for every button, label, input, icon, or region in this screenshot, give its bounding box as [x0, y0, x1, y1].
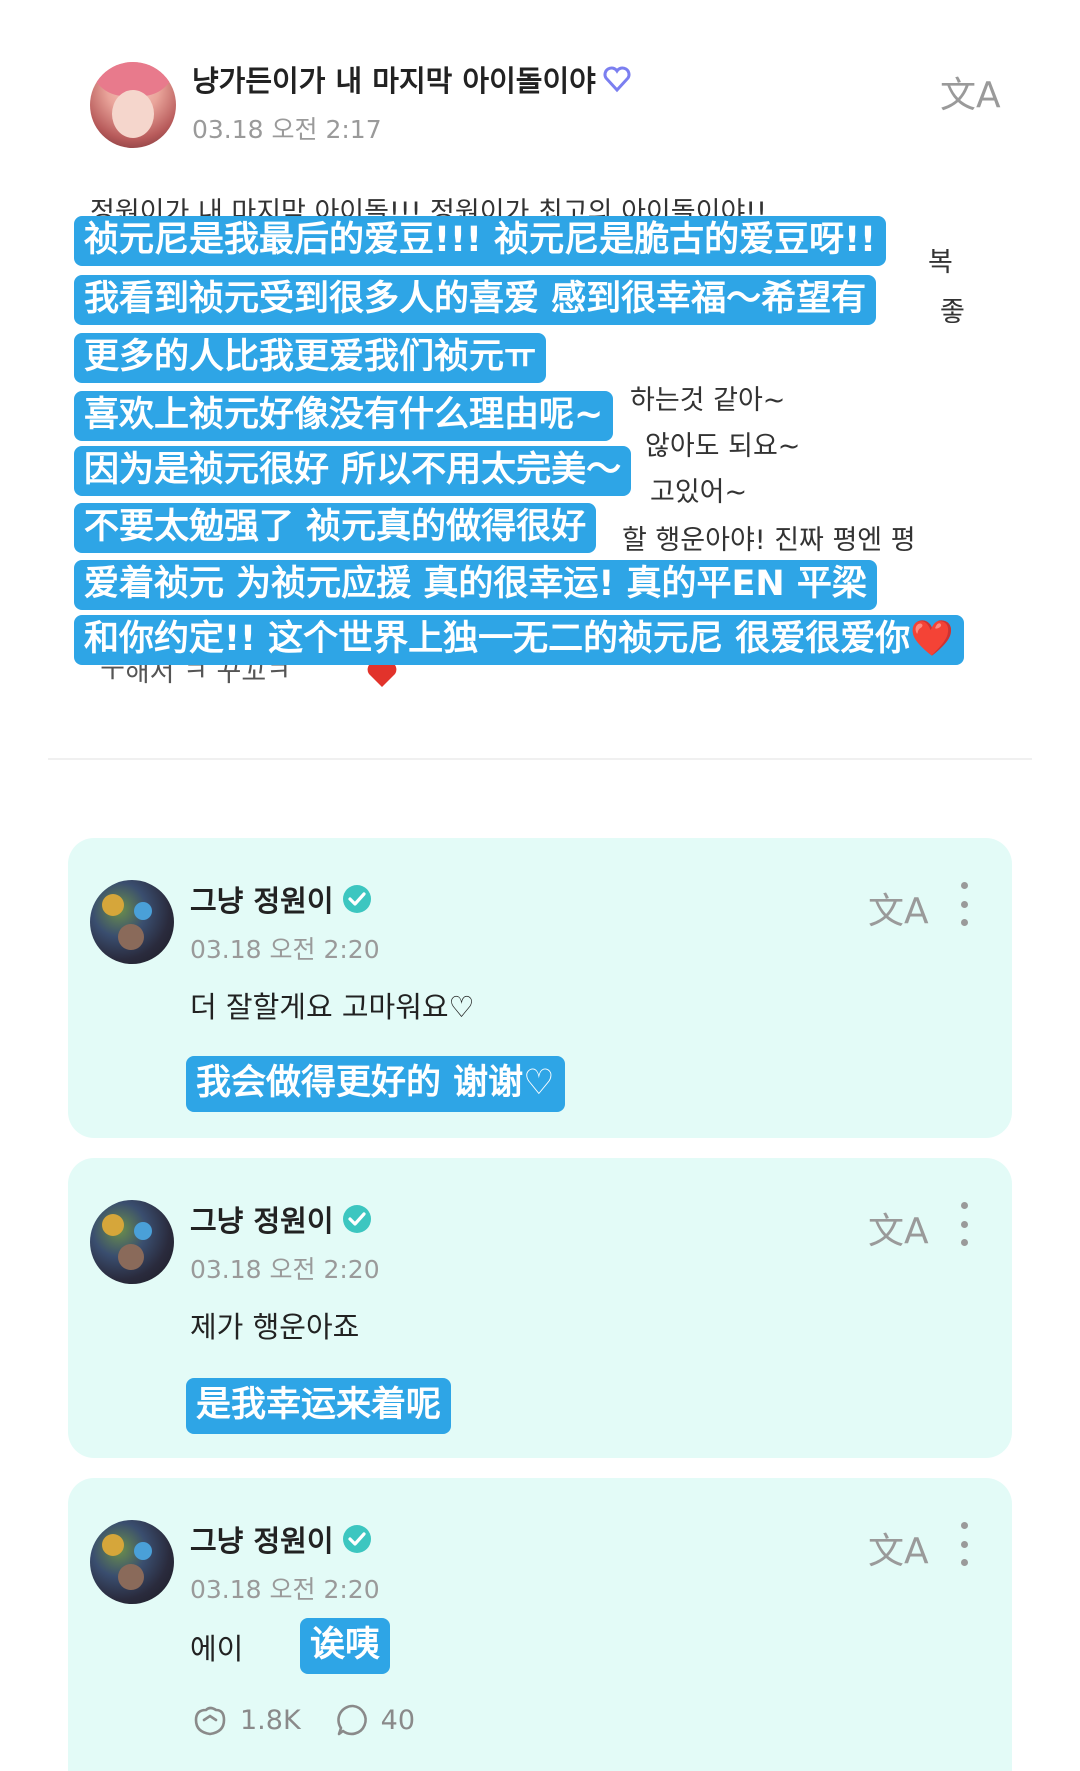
comment-date: 03.18 오전 2:20	[190, 1255, 380, 1284]
translate-icon[interactable]: 文A	[868, 882, 929, 934]
comment-author[interactable]: 그냥 정원이	[190, 1518, 372, 1560]
comment-card: 그냥 정원이 03.18 오전 2:20 文A 에이 诶咦 1.8K 40	[68, 1478, 1012, 1771]
comment-card: 그냥 정원이 03.18 오전 2:20 文A 제가 행운아죠 是我幸运来着呢	[68, 1158, 1012, 1458]
post-korean-line: 고있어~	[650, 477, 748, 508]
divider	[48, 758, 1032, 760]
comment-text: 제가 행운아죠	[190, 1310, 360, 1344]
comment-avatar[interactable]	[90, 1200, 174, 1284]
verified-badge-icon	[342, 1205, 371, 1233]
post-korean-line: 좋	[940, 297, 965, 328]
comment-date: 03.18 오전 2:20	[190, 1575, 380, 1604]
translate-icon[interactable]: 文A	[868, 1202, 929, 1254]
comment-text: 더 잘할게요 고마워요♡	[190, 990, 475, 1024]
post-korean-line: 않아도 되요~	[645, 431, 801, 462]
like-button[interactable]: 1.8K	[190, 1702, 301, 1738]
post-korean-line: 하는것 같아~	[630, 385, 786, 416]
post-korean-line: 할 행운아야! 진짜 평엔 평	[622, 525, 916, 556]
translation-line: 祯元尼是我最后的爱豆!!! 祯元尼是脆古的爱豆呀!!	[74, 216, 886, 266]
post-author-label: 냥가든이가 내 마지막 아이돌이야	[192, 64, 596, 98]
heart-badge-icon	[603, 66, 631, 93]
more-vertical-icon[interactable]	[956, 1522, 972, 1566]
comment-text: 에이	[190, 1632, 244, 1666]
reply-button[interactable]: 40	[335, 1702, 415, 1738]
post-author-avatar[interactable]	[90, 62, 176, 148]
comment-author-label: 그냥 정원이	[190, 1524, 334, 1558]
translation-line: 更多的人比我更爱我们祯元ㅠ	[74, 333, 547, 383]
more-vertical-icon[interactable]	[956, 1202, 972, 1246]
post-author-name[interactable]: 냥가든이가 내 마지막 아이돌이야	[192, 58, 632, 100]
translate-icon[interactable]: 文A	[868, 1522, 929, 1574]
reply-count: 40	[380, 1704, 416, 1736]
translation-line: 因为是祯元很好 所以不用太完美～	[74, 446, 632, 496]
post-date: 03.18 오전 2:17	[192, 115, 382, 144]
comment-author[interactable]: 그냥 정원이	[190, 878, 372, 920]
translate-icon[interactable]: 文A	[940, 66, 1001, 118]
post-korean-line: 복	[928, 247, 953, 278]
comment-date: 03.18 오전 2:20	[190, 935, 380, 964]
comment-bubble-icon	[336, 1704, 367, 1736]
like-count: 1.8K	[240, 1704, 301, 1736]
verified-badge-icon	[342, 1525, 371, 1553]
comment-author-label: 그냥 정원이	[190, 1204, 334, 1238]
verified-badge-icon	[342, 885, 371, 913]
comment-card: 그냥 정원이 03.18 오전 2:20 文A 더 잘할게요 고마워요♡ 我会做…	[68, 838, 1012, 1138]
translation-line: 不要太勉强了 祯元真的做得很好	[74, 503, 597, 553]
comment-translation: 诶咦	[300, 1618, 391, 1674]
comment-translation: 是我幸运来着呢	[186, 1378, 452, 1434]
comment-author-label: 그냥 정원이	[190, 884, 334, 918]
comment-avatar[interactable]	[90, 1520, 174, 1604]
translation-line: 喜欢上祯元好像没有什么理由呢~	[74, 391, 614, 441]
translation-line: 和你约定!! 这个世界上独一无二的祯元尼 很爱很爱你❤️	[74, 615, 964, 665]
translation-line: 爱着祯元 为祯元应援 真的很幸运! 真的平EN 平梁	[74, 560, 877, 610]
comment-avatar[interactable]	[90, 880, 174, 964]
more-vertical-icon[interactable]	[956, 882, 972, 926]
comment-translation: 我会做得更好的 谢谢♡	[186, 1056, 565, 1112]
translation-line: 我看到祯元受到很多人的喜爱 感到很幸福～希望有	[74, 275, 877, 325]
comment-stats: 1.8K 40	[190, 1702, 415, 1738]
like-hands-icon	[194, 1706, 226, 1736]
comment-author[interactable]: 그냥 정원이	[190, 1198, 372, 1240]
